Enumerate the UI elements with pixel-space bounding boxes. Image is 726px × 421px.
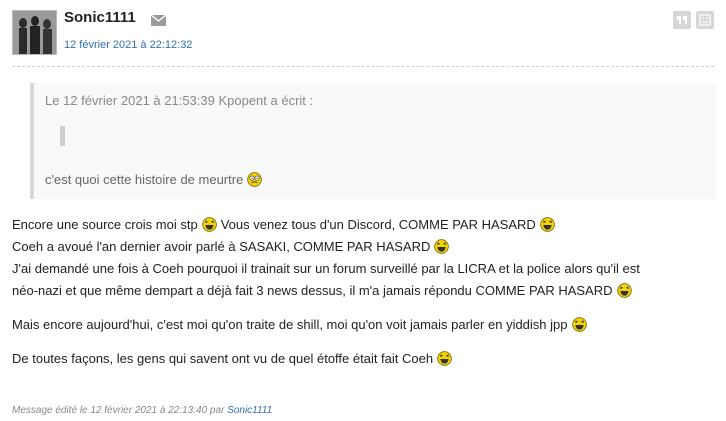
body-paragraph-2: Mais encore aujourd'hui, c'est moi qu'on… xyxy=(12,313,716,335)
quote-header: Le 12 février 2021 à 21:53:39 Kpopent a … xyxy=(45,93,314,108)
body-line-3: J'ai demandé une fois à Coeh pourquoi il… xyxy=(12,257,716,279)
body-line-3-text: J'ai demandé une fois à Coeh pourquoi il… xyxy=(12,260,640,276)
laughing-smiley-icon xyxy=(571,316,587,332)
edit-notice-text: Message édité le 12 février 2021 à 22:13… xyxy=(12,405,225,416)
dizzy-smiley-icon xyxy=(247,172,263,187)
body-line-1-b: Vous venez tous d'un Discord, COMME PAR … xyxy=(220,216,536,232)
report-icon[interactable] xyxy=(696,11,714,29)
body-line-4: néo-nazi et que même dempart a déjà fait… xyxy=(12,279,716,301)
editor-link[interactable]: Sonic1111 xyxy=(227,405,272,416)
header-separator xyxy=(12,66,714,67)
post-actions xyxy=(673,11,714,29)
body-line-1-a: Encore une source crois moi stp xyxy=(12,216,198,232)
body-line-4-text: néo-nazi et que même dempart a déjà fait… xyxy=(12,282,613,298)
envelope-icon[interactable] xyxy=(150,13,167,26)
body-paragraph-3-text: De toutes façons, les gens qui savent on… xyxy=(12,350,434,366)
body-line-2-text: Coeh a avoué l'an dernier avoir parlé à … xyxy=(12,238,431,254)
message-body: Encore une source crois moi stp Vous ven… xyxy=(12,213,716,369)
quote-text: c'est quoi cette histoire de meurtre xyxy=(45,172,263,187)
laughing-smiley-icon xyxy=(540,216,555,232)
post-header: Sonic1111 12 février 2021 à 22:12:32 xyxy=(0,0,726,66)
body-line-1: Encore une source crois moi stp Vous ven… xyxy=(12,213,716,235)
quote-block: Le 12 février 2021 à 21:53:39 Kpopent a … xyxy=(30,83,716,199)
body-paragraph-3: De toutes façons, les gens qui savent on… xyxy=(12,347,716,369)
username[interactable]: Sonic1111 xyxy=(64,9,136,26)
quote-text-content: c'est quoi cette histoire de meurtre xyxy=(45,172,244,187)
body-paragraph-2-text: Mais encore aujourd'hui, c'est moi qu'on… xyxy=(12,316,568,332)
nested-quote-bar xyxy=(60,126,66,146)
laughing-smiley-icon xyxy=(616,282,632,298)
edit-notice: Message édité le 12 février 2021 à 22:13… xyxy=(12,405,272,416)
avatar[interactable] xyxy=(12,10,57,55)
post-date[interactable]: 12 février 2021 à 22:12:32 xyxy=(64,39,192,51)
laughing-smiley-icon xyxy=(434,238,450,254)
laughing-smiley-icon xyxy=(201,216,217,232)
quote-icon[interactable] xyxy=(673,11,691,29)
laughing-smiley-icon xyxy=(437,350,452,366)
body-line-2: Coeh a avoué l'an dernier avoir parlé à … xyxy=(12,235,716,257)
